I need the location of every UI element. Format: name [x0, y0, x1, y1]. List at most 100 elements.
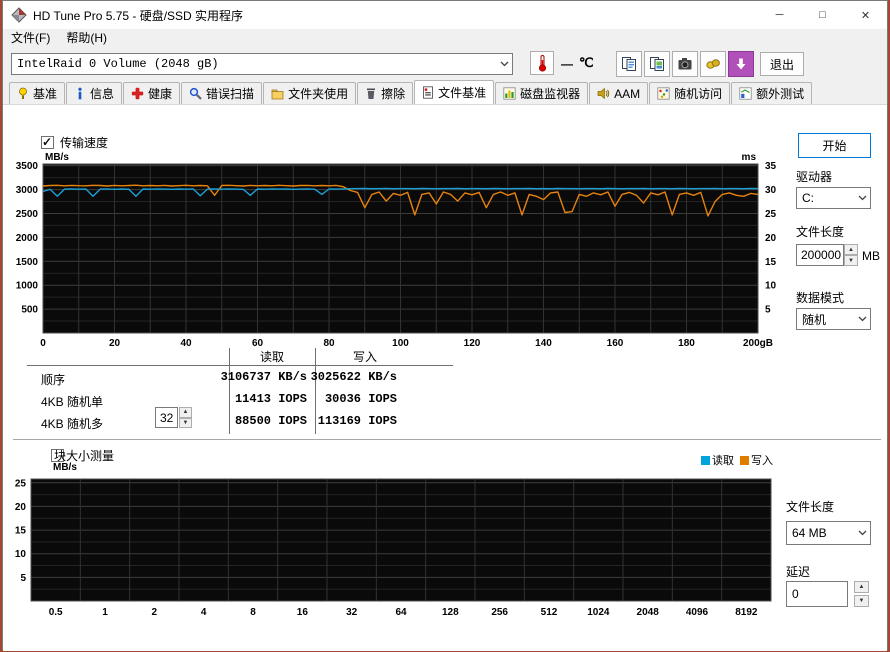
- tab-label: AAM: [614, 86, 641, 101]
- svg-text:1: 1: [102, 607, 108, 618]
- tab-label: 随机访问: [674, 87, 723, 101]
- row-4k-multi-label: 4KB 随机多: [41, 417, 104, 431]
- svg-text:200gB: 200gB: [743, 338, 773, 349]
- info-icon: [78, 87, 82, 100]
- copy-text-button[interactable]: [616, 51, 642, 77]
- svg-text:1024: 1024: [587, 607, 610, 618]
- tab-file-benchmark[interactable]: 文件基准: [414, 80, 495, 104]
- svg-text:5: 5: [20, 573, 26, 584]
- spinner-up-icon[interactable]: ▲: [854, 581, 869, 593]
- svg-text:128: 128: [442, 607, 459, 618]
- download-arrow-icon: [736, 58, 746, 70]
- chevron-down-icon: [854, 195, 870, 201]
- row-sequential-label: 顺序: [41, 373, 66, 387]
- svg-text:25: 25: [765, 209, 777, 220]
- folder-usage-icon: [271, 89, 284, 99]
- table-header-write: 写入: [352, 350, 377, 364]
- disk-monitor-icon: [503, 87, 516, 100]
- delay-stepper[interactable]: ▲ ▼: [854, 581, 869, 607]
- svg-text:2000: 2000: [16, 233, 39, 244]
- spinner-down-icon[interactable]: ▼: [179, 417, 192, 428]
- menu-help[interactable]: 帮助(H): [58, 29, 115, 48]
- svg-text:20: 20: [15, 502, 27, 513]
- tab-benchmark[interactable]: 基准: [9, 82, 66, 104]
- row-sequential-read: 3106737 KB/s: [220, 370, 307, 384]
- exit-button[interactable]: 退出: [760, 52, 804, 76]
- svg-text:10: 10: [15, 549, 27, 560]
- tab-health[interactable]: 健康: [123, 82, 181, 104]
- tab-disk-monitor[interactable]: 磁盘监视器: [495, 82, 589, 104]
- block-size-chart: 5 10 15 20 25 0.5 1 2 4 8 16 32 64 128 256 512 1024 2048 4…: [15, 462, 772, 618]
- data-mode-value: 随机: [802, 312, 827, 327]
- svg-text:15: 15: [765, 257, 777, 268]
- svg-text:20: 20: [765, 233, 777, 244]
- app-window: HD Tune Pro 5.75 - 硬盘/SSD 实用程序 ─ □ ✕ 文件(…: [2, 0, 888, 651]
- svg-text:2500: 2500: [16, 209, 39, 220]
- file-length-input[interactable]: 200000: [796, 244, 844, 266]
- drive-label: 驱动器: [796, 170, 833, 184]
- download-button[interactable]: [728, 51, 754, 77]
- maximize-button[interactable]: □: [801, 1, 844, 29]
- tab-error-scan[interactable]: 错误扫描: [181, 82, 263, 104]
- svg-text:3000: 3000: [16, 185, 39, 196]
- svg-text:25: 25: [15, 478, 27, 489]
- tab-aam[interactable]: AAM: [589, 82, 649, 104]
- menu-file[interactable]: 文件(F): [3, 29, 58, 48]
- temperature-value: —: [561, 57, 573, 71]
- tab-bar: 基准 信息 健康 错误扫描 文件夹使用 擦除 文件基准 磁盘监视器 AAM 随机…: [3, 80, 887, 104]
- queue-depth-stepper[interactable]: ▲ ▼: [179, 407, 192, 428]
- compare-button[interactable]: [700, 51, 726, 77]
- spinner-up-icon[interactable]: ▲: [179, 407, 192, 418]
- queue-depth-input[interactable]: 32: [155, 407, 178, 428]
- close-button[interactable]: ✕: [844, 1, 887, 29]
- spinner-down-icon[interactable]: ▼: [844, 255, 858, 266]
- data-mode-label: 数据模式: [796, 291, 845, 305]
- svg-text:15: 15: [15, 526, 27, 537]
- svg-text:180: 180: [678, 338, 695, 349]
- screenshot-button[interactable]: [672, 51, 698, 77]
- svg-text:2048: 2048: [637, 607, 660, 618]
- device-select[interactable]: IntelRaid 0 Volume (2048 gB): [11, 53, 513, 75]
- transfer-speed-chart: 500 1000 1500 2000 2500 3000 3500 5 10 15 20 25 30 35…: [16, 152, 777, 349]
- delay-label: 延迟: [786, 565, 811, 579]
- aam-icon: [597, 87, 610, 100]
- svg-text:4: 4: [201, 607, 207, 618]
- drive-select[interactable]: C:: [796, 187, 871, 209]
- tab-label: 错误扫描: [206, 87, 255, 101]
- start-button[interactable]: 开始: [798, 133, 871, 158]
- file-length-unit: MB: [862, 249, 880, 263]
- tab-folder-usage[interactable]: 文件夹使用: [263, 82, 357, 104]
- data-mode-select[interactable]: 随机: [796, 308, 871, 330]
- tab-extra-tests[interactable]: 额外测试: [731, 82, 813, 104]
- tab-random-access[interactable]: 随机访问: [649, 82, 731, 104]
- erase-icon: [367, 88, 376, 99]
- svg-text:256: 256: [491, 607, 508, 618]
- svg-text:32: 32: [346, 607, 358, 618]
- app-icon: [11, 7, 27, 23]
- temperature-button[interactable]: [530, 51, 554, 75]
- block-file-length-select[interactable]: 64 MB: [786, 521, 871, 545]
- file-benchmark-icon: [423, 86, 434, 99]
- svg-text:20: 20: [109, 338, 121, 349]
- delay-input[interactable]: 0: [786, 581, 848, 607]
- svg-text:1500: 1500: [16, 257, 39, 268]
- table-divider: [27, 365, 453, 366]
- svg-text:10: 10: [765, 281, 777, 292]
- svg-text:120: 120: [464, 338, 481, 349]
- file-length-stepper[interactable]: ▲ ▼: [844, 244, 858, 266]
- spinner-up-icon[interactable]: ▲: [844, 244, 858, 255]
- tab-erase[interactable]: 擦除: [357, 82, 414, 104]
- chevron-down-icon: [854, 316, 870, 322]
- copy-image-button[interactable]: [644, 51, 670, 77]
- svg-text:5: 5: [765, 305, 771, 316]
- svg-text:ms: ms: [742, 152, 757, 163]
- spinner-down-icon[interactable]: ▼: [854, 595, 869, 607]
- tab-info[interactable]: 信息: [66, 82, 123, 104]
- toolbar: IntelRaid 0 Volume (2048 gB) — ℃ 退出: [3, 48, 887, 81]
- svg-text:40: 40: [180, 338, 192, 349]
- svg-text:3500: 3500: [16, 161, 39, 172]
- tab-label: 健康: [148, 87, 173, 101]
- error-scan-icon: [189, 87, 202, 100]
- minimize-button[interactable]: ─: [758, 1, 801, 29]
- svg-text:140: 140: [535, 338, 552, 349]
